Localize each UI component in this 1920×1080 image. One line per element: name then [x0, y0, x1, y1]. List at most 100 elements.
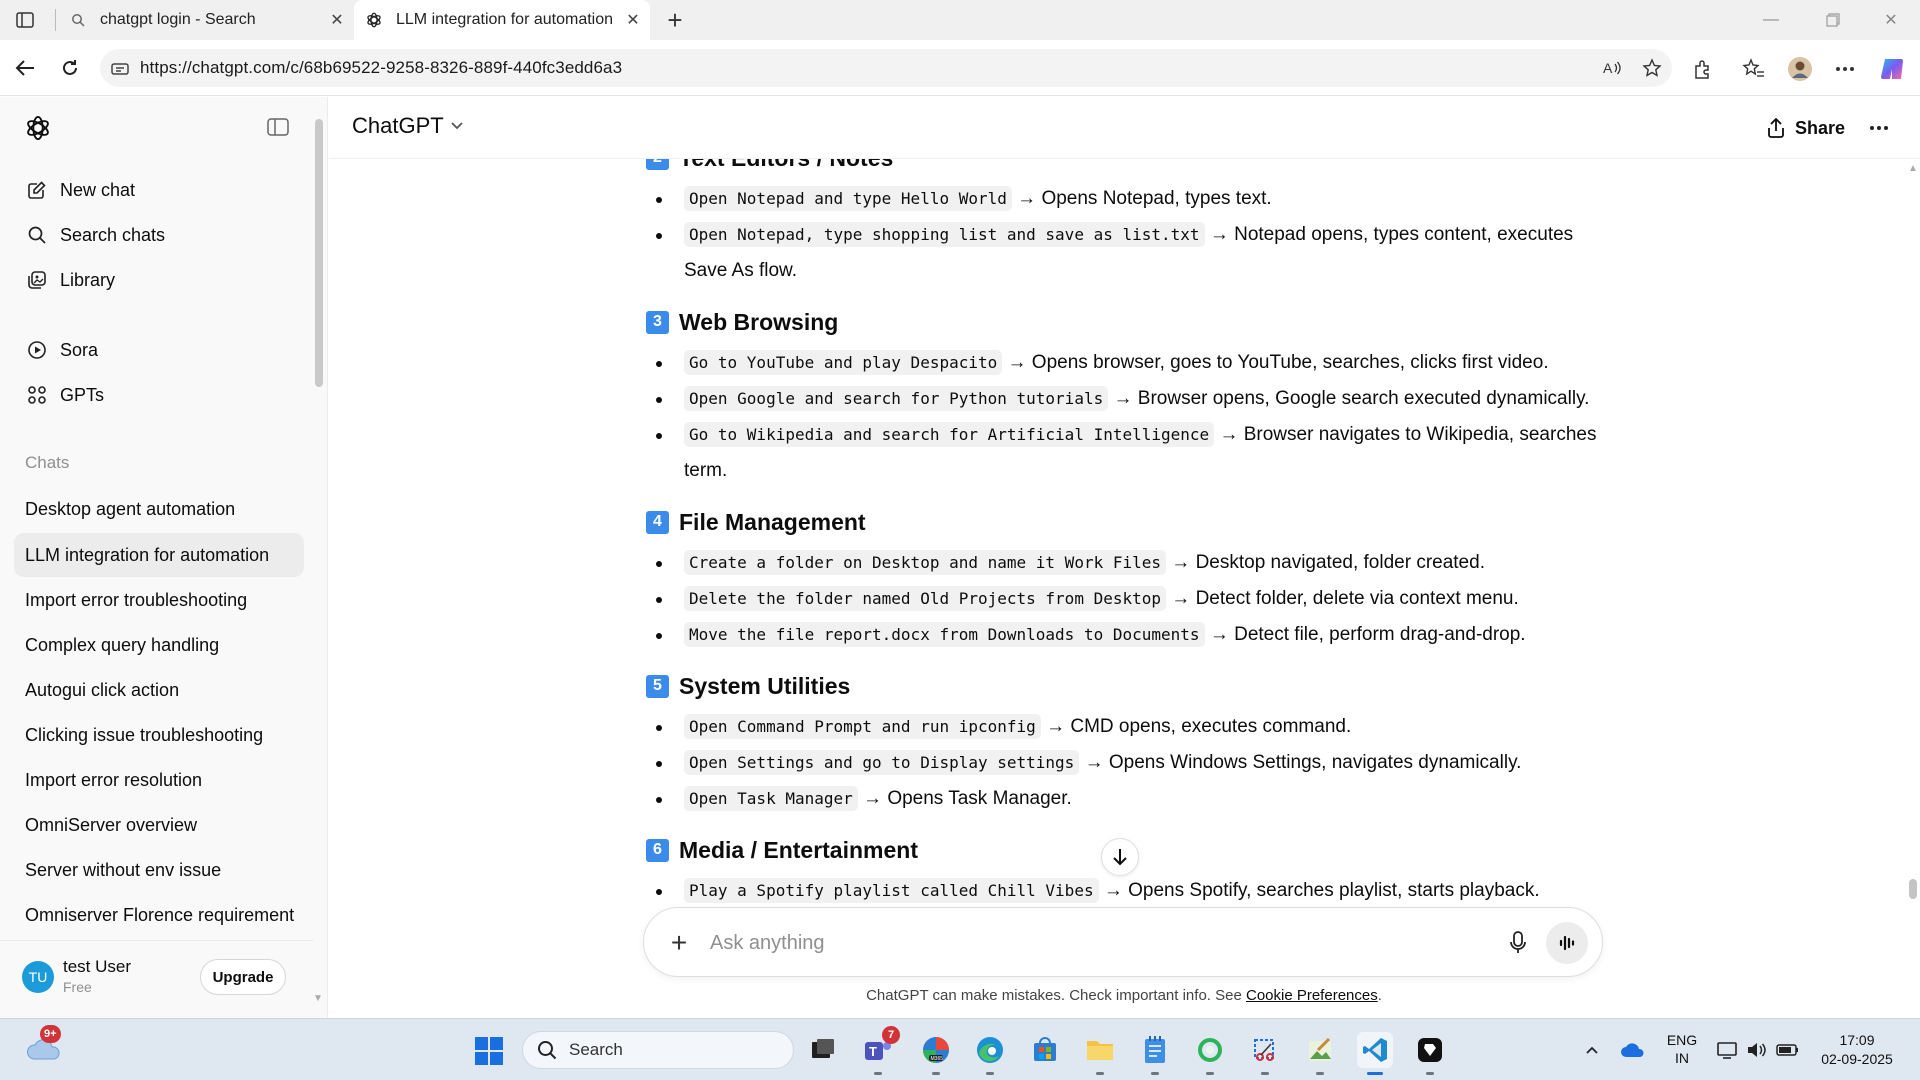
microsoft-365-icon[interactable]: M365 — [918, 1032, 954, 1075]
copilot-icon[interactable] — [1876, 52, 1910, 86]
edge-browser-icon[interactable] — [972, 1032, 1008, 1075]
item-description: → CMD opens, executes command. — [1046, 716, 1352, 737]
file-explorer-icon[interactable] — [1082, 1032, 1118, 1075]
favorites-icon[interactable] — [1737, 52, 1771, 86]
browser-tab-active[interactable]: LLM integration for automation ✕ — [354, 0, 650, 40]
vscode-icon[interactable] — [1357, 1032, 1393, 1075]
sidebar-item-library[interactable]: Library — [14, 259, 304, 301]
paint-app-icon[interactable] — [1302, 1032, 1338, 1075]
profile-avatar-icon[interactable] — [1783, 52, 1817, 86]
more-options-icon[interactable] — [1864, 113, 1894, 143]
minimize-icon[interactable]: — — [1756, 8, 1786, 32]
read-aloud-icon[interactable]: A — [1592, 49, 1632, 87]
new-tab-button[interactable]: + — [660, 5, 690, 35]
snipping-tool-icon[interactable] — [1247, 1032, 1283, 1075]
add-attachment-icon[interactable]: + — [664, 927, 694, 958]
chat-item[interactable]: Server without env issue — [14, 848, 304, 892]
model-selector[interactable]: ChatGPT — [352, 113, 464, 139]
chat-item[interactable]: Omniserver Florence requirement — [14, 893, 304, 937]
volume-icon[interactable] — [1744, 1035, 1770, 1065]
sidebar-scrollbar[interactable] — [315, 119, 323, 387]
address-bar[interactable]: https://chatgpt.com/c/68b69522-9258-8326… — [100, 49, 1672, 87]
chat-item[interactable]: Autogui click action — [14, 668, 304, 712]
sidebar-item-label: Search chats — [60, 224, 166, 245]
onedrive-cloud-icon[interactable] — [1618, 1035, 1648, 1065]
battery-icon[interactable] — [1774, 1035, 1802, 1065]
cookie-preferences-link[interactable]: Cookie Preferences — [1246, 987, 1378, 1004]
favorite-star-icon[interactable] — [1632, 49, 1672, 87]
user-plan: Free — [63, 979, 92, 995]
network-icon[interactable] — [1714, 1035, 1740, 1065]
share-label: Share — [1795, 117, 1846, 138]
notepad-icon[interactable] — [1137, 1032, 1173, 1075]
teams-icon[interactable]: T 7 — [860, 1026, 900, 1075]
app-ring-icon[interactable] — [1192, 1032, 1228, 1075]
inline-code: Play a Spotify playlist called Chill Vib… — [684, 878, 1099, 903]
chat-item-active[interactable]: LLM integration for automation — [14, 533, 304, 577]
taskbar-search[interactable]: Search — [522, 1031, 794, 1069]
chats-section-label: Chats — [25, 453, 70, 472]
item-description: → Desktop navigated, folder created. — [1171, 552, 1485, 573]
chat-item[interactable]: Complex query handling — [14, 623, 304, 667]
chat-item[interactable]: Clicking issue troubleshooting — [14, 713, 304, 757]
openai-logo-icon[interactable] — [24, 114, 52, 142]
running-indicator — [1151, 1072, 1159, 1075]
list-item: Open Notepad, type shopping list and sav… — [646, 217, 1606, 289]
show-hidden-icons-chevron-icon[interactable] — [1582, 1035, 1602, 1065]
sidebar-item-new-chat[interactable]: New chat — [14, 169, 304, 211]
search-icon — [26, 224, 48, 246]
scroll-to-bottom-button[interactable] — [1101, 838, 1139, 876]
voice-mode-button[interactable] — [1546, 922, 1588, 964]
language-indicator[interactable]: ENG IN — [1662, 1031, 1702, 1067]
composer: + — [643, 907, 1603, 977]
reload-icon[interactable] — [54, 52, 86, 84]
section-heading: 3 Web Browsing — [646, 305, 1606, 339]
browser-tab-search[interactable]: chatgpt login - Search ✕ — [60, 0, 352, 40]
close-window-icon[interactable]: ✕ — [1876, 8, 1906, 32]
inline-code: Open Command Prompt and run ipconfig — [684, 714, 1041, 739]
sidebar-item-search-chats[interactable]: Search chats — [14, 214, 304, 256]
item-description: → Opens Notepad, types text. — [1017, 188, 1272, 209]
running-indicator — [932, 1072, 940, 1075]
chat-item[interactable]: OmniServer overview — [14, 803, 304, 847]
taskbar-clock[interactable]: 17:09 02-09-2025 — [1812, 1031, 1902, 1069]
url-text[interactable]: https://chatgpt.com/c/68b69522-9258-8326… — [140, 58, 1592, 78]
prompt-input[interactable] — [710, 927, 1410, 959]
avatar[interactable]: TU — [22, 961, 54, 993]
microphone-icon[interactable] — [1502, 927, 1534, 959]
site-info-icon[interactable] — [100, 60, 140, 76]
task-view-icon[interactable] — [805, 1032, 841, 1068]
back-arrow-icon[interactable] — [9, 52, 41, 84]
tab-actions-icon[interactable] — [10, 8, 40, 32]
inline-code: Go to Wikipedia and search for Artificia… — [684, 422, 1215, 447]
svg-text:M365: M365 — [931, 1056, 944, 1062]
section-number-badge: 2 — [646, 159, 669, 170]
extensions-icon[interactable] — [1686, 52, 1720, 86]
main-scrollbar[interactable]: ▲ — [1907, 159, 1919, 991]
section-number-badge: 5 — [646, 674, 669, 698]
scrollbar-thumb[interactable] — [1909, 879, 1917, 899]
running-indicator — [1426, 1072, 1434, 1075]
scroll-down-arrow-icon[interactable]: ▼ — [313, 993, 323, 1004]
app-black-icon[interactable] — [1412, 1032, 1448, 1075]
chat-item[interactable]: Import error resolution — [14, 758, 304, 802]
sidebar-toggle-icon[interactable] — [265, 115, 291, 139]
chat-item[interactable]: Desktop agent automation — [14, 487, 304, 531]
disclaimer-text: ChatGPT can make mistakes. Check importa… — [866, 987, 1246, 1004]
inline-code: Create a folder on Desktop and name it W… — [684, 550, 1167, 575]
chat-item[interactable]: Import error troubleshooting — [14, 578, 304, 622]
more-options-icon[interactable] — [1828, 52, 1862, 86]
scroll-up-arrow-icon[interactable]: ▲ — [1908, 163, 1918, 174]
windows-start-icon[interactable] — [474, 1036, 504, 1066]
user-profile[interactable]: TU test User Free Upgrade — [0, 940, 314, 1018]
share-button[interactable]: Share — [1767, 111, 1845, 145]
microsoft-store-icon[interactable] — [1027, 1032, 1063, 1068]
model-name: ChatGPT — [352, 113, 444, 138]
upgrade-button[interactable]: Upgrade — [200, 959, 286, 995]
close-tab-icon[interactable]: ✕ — [326, 9, 348, 31]
sidebar-item-gpts[interactable]: GPTs — [14, 374, 304, 416]
sidebar-item-sora[interactable]: Sora — [14, 329, 304, 371]
restore-icon[interactable] — [1818, 8, 1848, 32]
chevron-down-icon — [450, 118, 464, 134]
close-tab-icon[interactable]: ✕ — [622, 9, 644, 31]
